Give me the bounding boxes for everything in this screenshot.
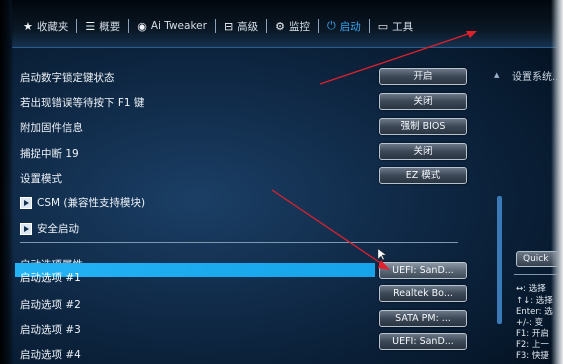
bios-screen: ★ 收藏夹 ☰ 概要 ◉ Ai Tweaker ⊟ 高级 ⚙ 监控 ⏻ 启动 ▭…: [0, 0, 563, 364]
annotation-arrowhead: [378, 260, 390, 270]
mouse-cursor-icon: [377, 248, 387, 261]
photo-edge-glare: [551, 0, 563, 364]
photo-edge-shadow: [0, 0, 14, 364]
annotation-overlay: [271, 31, 477, 270]
annotation-arrow-to-boot-tab: [319, 32, 472, 85]
annotation-arrow-to-boot-option: [271, 189, 386, 267]
